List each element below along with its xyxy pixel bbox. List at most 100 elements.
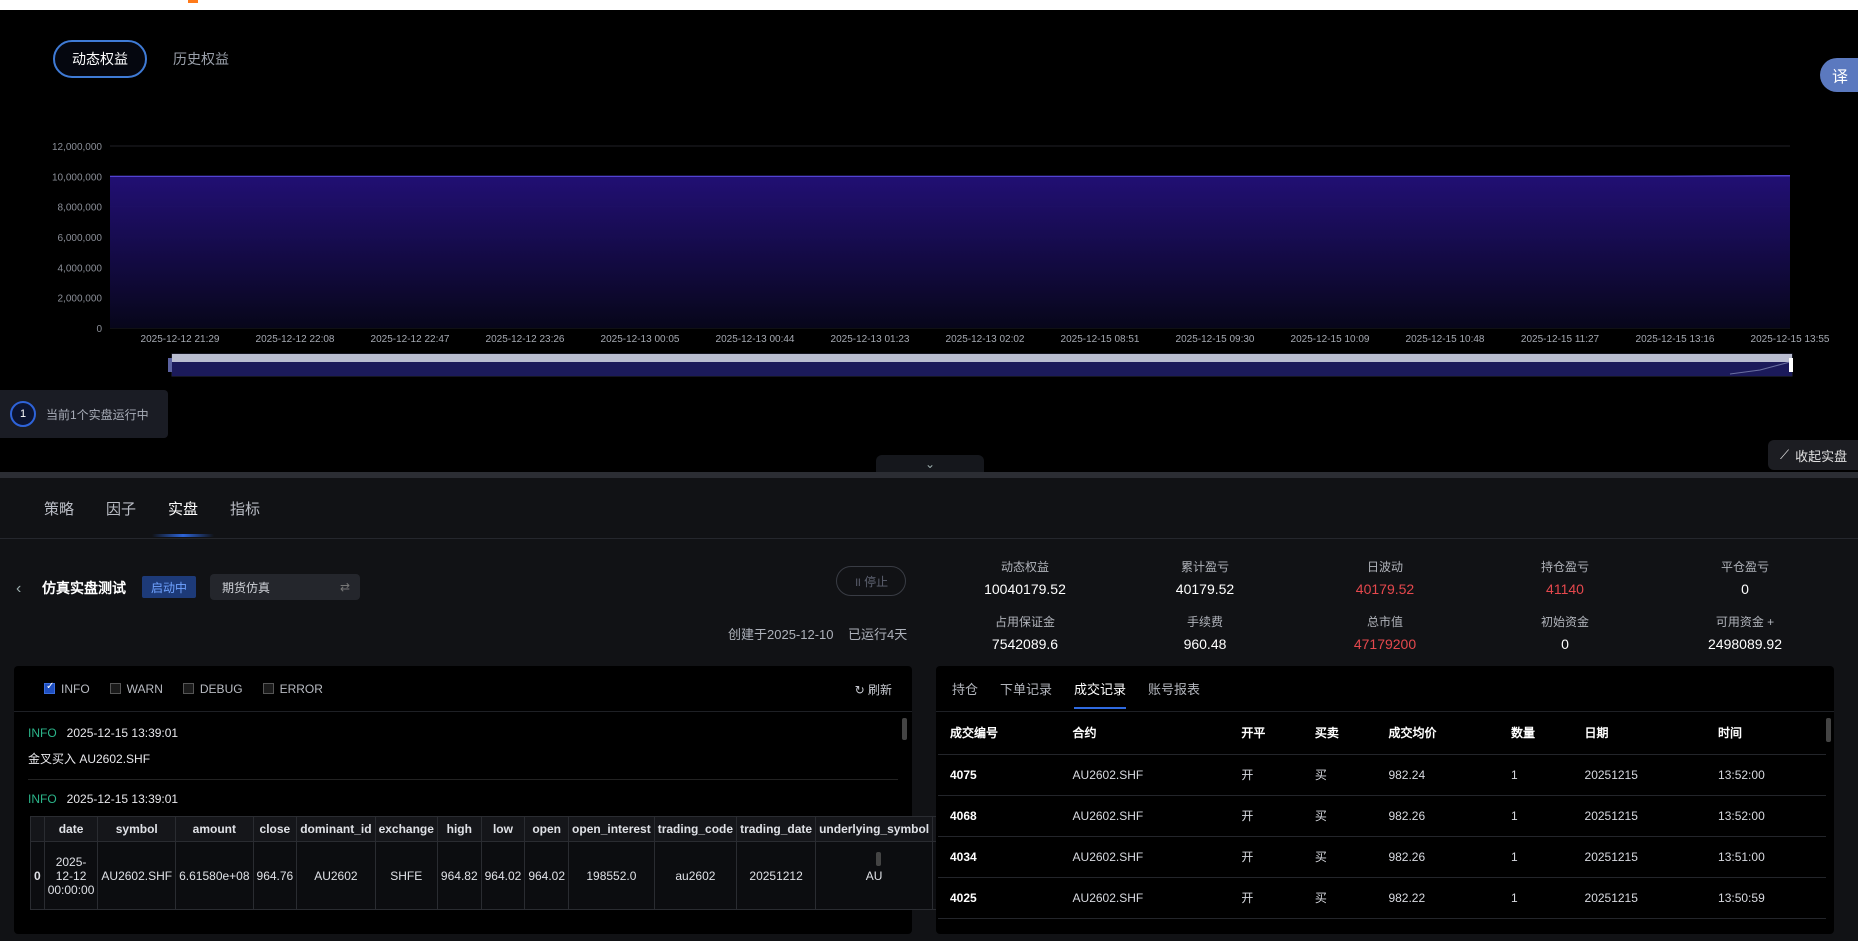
df-cell: 964.02 <box>480 841 526 910</box>
lower-panel: 策略 因子 实盘 指标 ‹ 仿真实盘测试 启动中 期货仿真 ⇄ ॥ 停止 创建于… <box>0 478 1858 941</box>
tab-orders[interactable]: 下单记录 <box>1000 679 1052 698</box>
run-duration: 已运行4天 <box>848 627 908 642</box>
table-cell: 982.22 <box>1376 877 1499 919</box>
table-cell: 1 <box>1498 877 1573 919</box>
df-scrollbar[interactable] <box>876 852 881 866</box>
table-row[interactable]: 4075 AU2602.SHF 开买 982.24 1 20251215 13:52:00 <box>938 754 1826 796</box>
translate-button[interactable]: 译 <box>1820 58 1858 92</box>
filter-debug[interactable]: DEBUG <box>182 682 243 696</box>
log-entry: INFO 2025-12-15 13:39:01 <box>14 792 912 806</box>
table-cell: 开 <box>1229 836 1303 878</box>
trades-scrollbar[interactable] <box>1826 718 1831 742</box>
df-cell: AU2602.SHF <box>97 841 177 910</box>
trade-tabs: 持仓 下单记录 成交记录 账号报表 <box>936 666 1834 712</box>
equity-area <box>110 175 1790 328</box>
x-tick-label: 2025-12-13 02:02 <box>946 334 1025 345</box>
tab-indicator[interactable]: 指标 <box>230 498 260 519</box>
df-cell: SHFE <box>374 841 438 910</box>
df-col-low: low <box>480 816 526 842</box>
table-cell: 买 <box>1302 877 1377 919</box>
table-cell: AU2602.SHF <box>1060 836 1230 878</box>
tab-positions[interactable]: 持仓 <box>952 679 978 698</box>
log-scrollbar[interactable] <box>902 718 907 740</box>
x-tick-label: 2025-12-15 09:30 <box>1176 334 1255 345</box>
tab-strategy[interactable]: 策略 <box>44 498 74 519</box>
df-cell: AU2602 <box>296 841 376 910</box>
metric-label: 持仓盈亏 <box>1540 560 1589 574</box>
trade-col: 买卖 <box>1302 712 1377 755</box>
created-date: 创建于2025-12-10 <box>728 627 834 642</box>
table-cell: 4025 <box>938 877 1061 919</box>
metric-label: 日波动 <box>1366 560 1403 574</box>
filter-error[interactable]: ERROR <box>262 682 323 696</box>
zoom-slider-fill <box>172 362 1792 376</box>
running-indicator[interactable]: 1 当前1个实盘运行中 <box>0 390 168 438</box>
table-cell: 买 <box>1302 754 1377 796</box>
metric-margin: 占用保证金 7542089.6 <box>940 613 1110 652</box>
y-tick-label: 4,000,000 <box>58 263 103 274</box>
metric-total-pnl: 累计盈亏 40179.52 <box>1120 558 1290 597</box>
stop-button[interactable]: ॥ 停止 <box>836 566 906 596</box>
df-cell: 2025-12-12 00:00:00 <box>43 841 99 910</box>
zoom-slider-bar[interactable] <box>172 354 1792 362</box>
table-cell: 982.26 <box>1376 836 1499 878</box>
refresh-button[interactable]: ↻ 刷新 <box>855 681 892 698</box>
table-cell: 20251215 <box>1572 836 1707 878</box>
tabs-divider <box>0 538 1858 539</box>
metric-daily-change: 日波动 40179.52 <box>1300 558 1470 597</box>
log-level: INFO <box>28 792 57 806</box>
trade-col: 合约 <box>1060 712 1230 755</box>
mode-select[interactable]: 期货仿真 ⇄ <box>210 574 360 600</box>
metric-value: 40179.52 <box>1355 581 1415 597</box>
main-tabs: 策略 因子 实盘 指标 <box>44 498 260 537</box>
table-cell: 982.26 <box>1376 795 1499 837</box>
metric-value: 47179200 <box>1353 636 1417 652</box>
table-cell: 开 <box>1229 754 1303 796</box>
status-badge: 启动中 <box>142 576 196 598</box>
metric-label: 手续费 <box>1186 615 1223 629</box>
table-cell: 13:52:00 <box>1706 754 1826 796</box>
tab-trades[interactable]: 成交记录 <box>1074 679 1127 709</box>
running-count-badge: 1 <box>10 401 36 427</box>
x-tick-label: 2025-12-12 23:26 <box>486 334 565 345</box>
back-chevron-icon[interactable]: ‹ <box>16 580 21 598</box>
zoom-handle-right[interactable] <box>1789 358 1793 372</box>
trade-col: 成交均价 <box>1376 712 1499 755</box>
table-row[interactable]: 4025 AU2602.SHF 开买 982.22 1 20251215 13:50:59 <box>938 877 1826 919</box>
tab-dynamic-equity[interactable]: 动态权益 <box>53 40 147 78</box>
df-col-underlying_symbol: underlying_symbol <box>815 816 934 842</box>
tab-factor[interactable]: 因子 <box>106 498 136 519</box>
add-funds-icon[interactable]: + <box>1767 615 1774 629</box>
metric-label: 占用保证金 <box>994 615 1055 629</box>
table-row[interactable]: 4068 AU2602.SHF 开买 982.26 1 20251215 13:52:00 <box>938 795 1826 837</box>
x-tick-label: 2025-12-15 10:48 <box>1406 334 1485 345</box>
checkbox-checked-icon <box>44 681 55 694</box>
y-tick-label: 2,000,000 <box>58 294 103 305</box>
x-tick-label: 2025-12-13 00:44 <box>716 334 795 345</box>
df-cell: AU <box>815 841 934 910</box>
equity-tabs: 动态权益 历史权益 <box>53 40 229 78</box>
filter-warn[interactable]: WARN <box>109 682 163 696</box>
metric-value: 0 <box>1561 636 1569 652</box>
df-cell: 964.02 <box>524 841 570 910</box>
tab-history-equity[interactable]: 历史权益 <box>173 49 229 69</box>
table-cell: 4034 <box>938 836 1061 878</box>
df-cell: 964.82 <box>436 841 482 910</box>
equity-chart-panel: 动态权益 历史权益 12,000,000 10,000,000 8,000,000 6… <box>0 10 1858 472</box>
pause-icon: ॥ <box>853 574 862 589</box>
tab-live[interactable]: 实盘 <box>152 498 215 537</box>
table-cell: 982.24 <box>1376 754 1499 796</box>
zoom-handle-left[interactable] <box>168 358 172 372</box>
x-tick-label: 2025-12-13 01:23 <box>831 334 910 345</box>
df-col-trading_code: trading_code <box>653 816 738 842</box>
metric-value: 10040179.52 <box>984 581 1066 597</box>
trade-col: 数量 <box>1498 712 1573 755</box>
collapse-live-button[interactable]: ⟋ 收起实盘 <box>1768 440 1858 470</box>
chevron-down-icon[interactable]: ⌄ <box>876 455 984 473</box>
trades-body: 4075 AU2602.SHF 开买 982.24 1 20251215 13:52:00 4… <box>938 754 1826 919</box>
filter-info[interactable]: INFO <box>44 681 90 696</box>
tab-account-report[interactable]: 账号报表 <box>1148 679 1200 698</box>
trade-col: 时间 <box>1706 712 1826 755</box>
table-row[interactable]: 4034 AU2602.SHF 开买 982.26 1 20251215 13:51:00 <box>938 836 1826 878</box>
collapse-live-label: 收起实盘 <box>1795 448 1848 464</box>
